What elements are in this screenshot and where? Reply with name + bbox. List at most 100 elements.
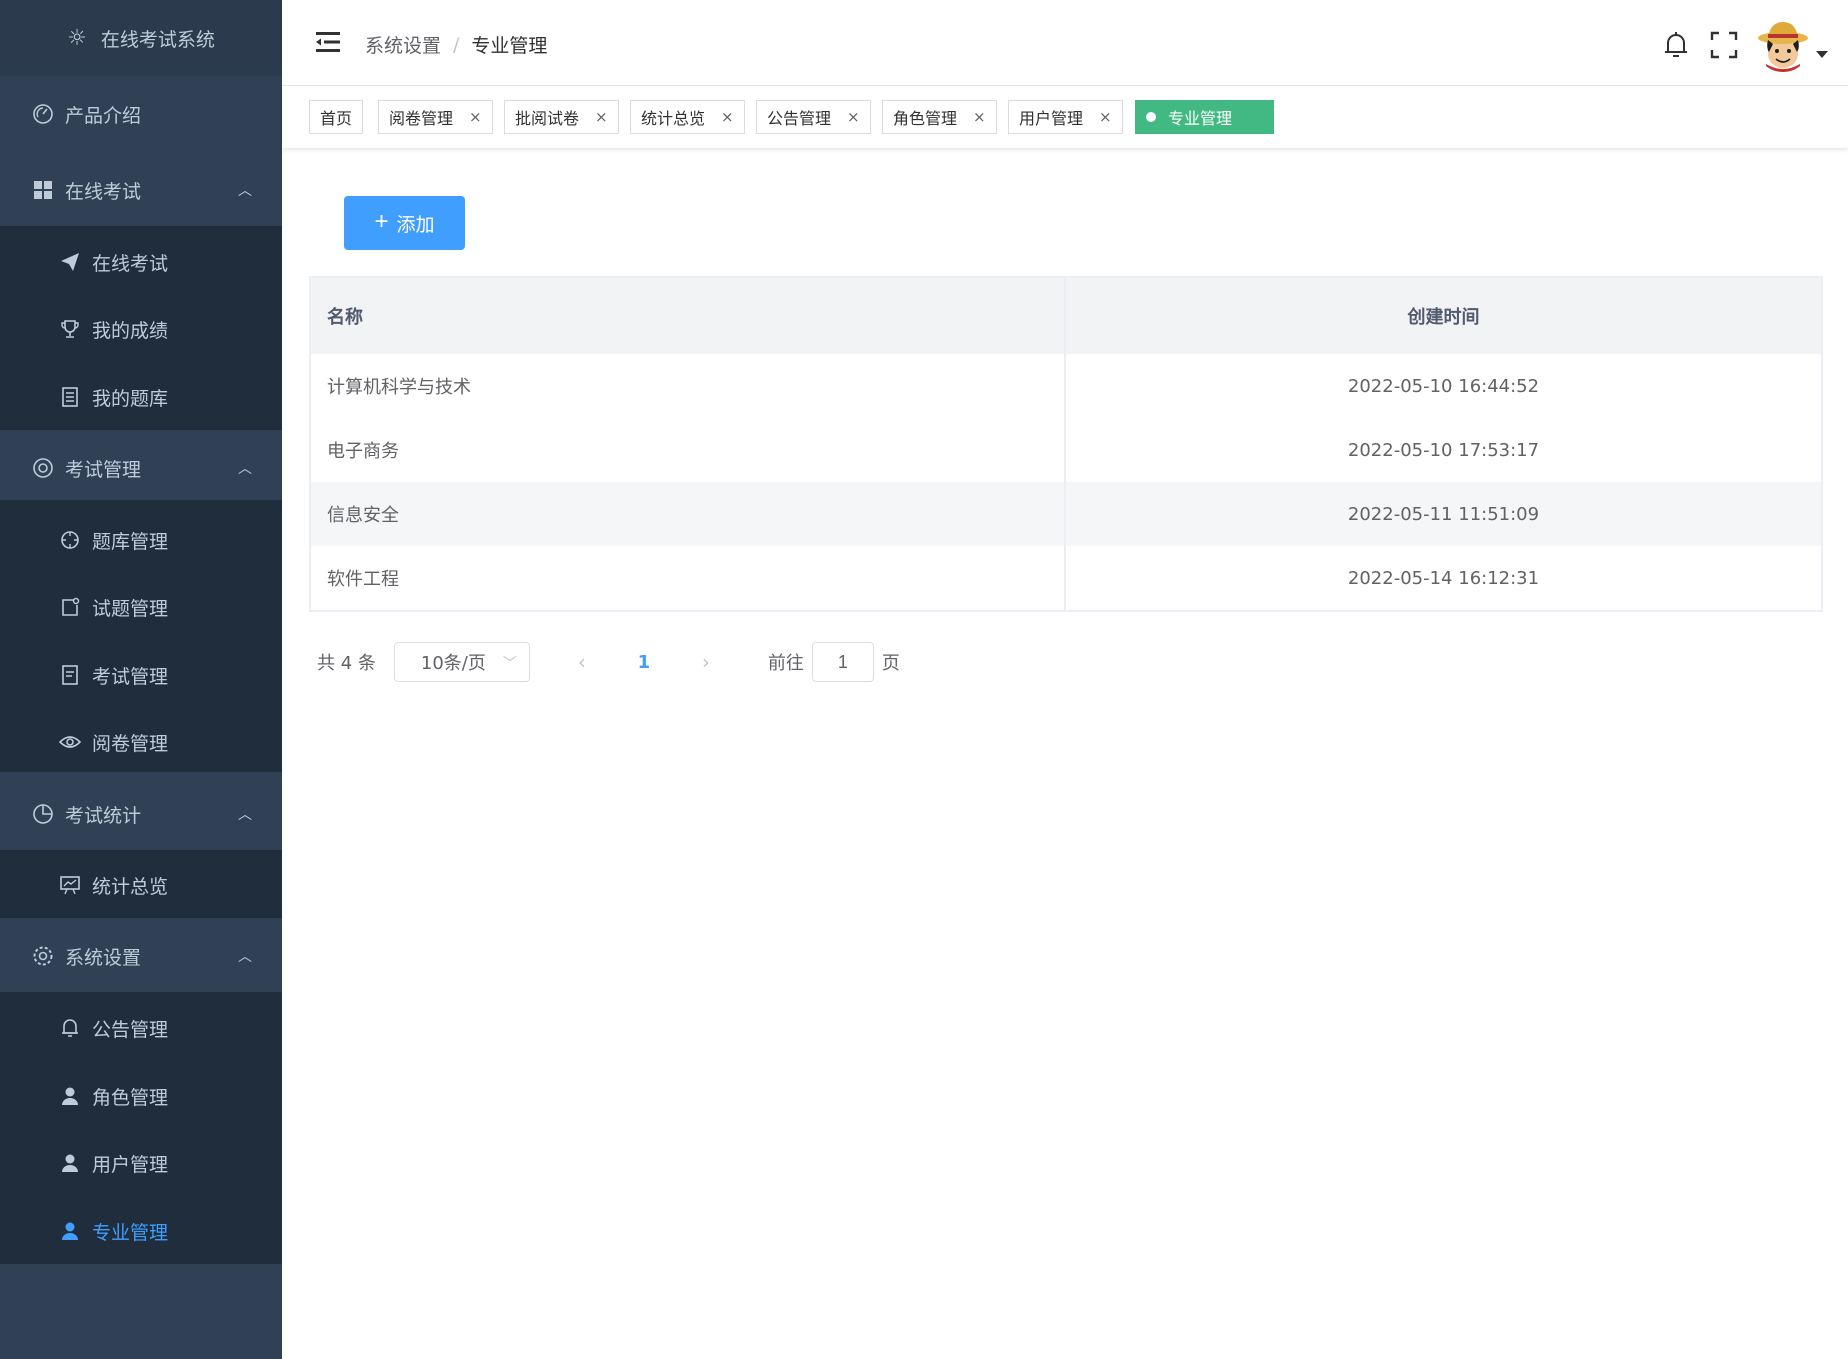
- breadcrumb-current: 专业管理: [471, 35, 548, 57]
- chevron-up-icon: ︿: [238, 183, 252, 199]
- close-icon[interactable]: ×: [847, 108, 860, 126]
- sidebar-item-label: 在线考试: [92, 252, 169, 275]
- table-row[interactable]: 信息安全 2022-05-11 11:51:09: [311, 482, 1821, 546]
- sidebar-item-stats-overview[interactable]: 统计总览: [0, 851, 282, 919]
- sidebar-item-my-bank[interactable]: 我的题库: [0, 363, 282, 431]
- active-dot-icon: [1146, 112, 1156, 122]
- pie-chart-icon: [31, 802, 55, 826]
- pagination-total: 共 4 条: [317, 653, 376, 674]
- sidebar-group-exam-stats[interactable]: 考试统计 ︿: [0, 780, 282, 848]
- column-header-created[interactable]: 创建时间: [1066, 278, 1821, 354]
- sidebar-item-user-manage[interactable]: 用户管理: [0, 1129, 282, 1197]
- sidebar-item-intro[interactable]: 产品介绍: [0, 80, 282, 148]
- cell-name: 信息安全: [311, 482, 1066, 546]
- tag-label: 公告管理: [767, 109, 832, 128]
- cell-created: 2022-05-14 16:12:31: [1347, 567, 1540, 589]
- avatar[interactable]: [1756, 18, 1810, 72]
- cell-name: 软件工程: [311, 546, 1066, 610]
- sidebar-item-label: 题库管理: [92, 530, 169, 553]
- major-table: 名称 创建时间 计算机科学与技术 2022-05-10 16:44:52 电子商…: [309, 276, 1823, 612]
- tag-stats-overview[interactable]: 统计总览 ×: [630, 100, 745, 134]
- sidebar-item-bank-manage[interactable]: 题库管理: [0, 506, 282, 574]
- fullscreen-icon[interactable]: [1700, 21, 1748, 69]
- app-root: ☼ 在线考试系统 产品介绍 在线考试 ︿ 在线考试 我的成绩 我的题库 考试管理…: [0, 0, 1848, 1359]
- chevron-up-icon: ︿: [238, 949, 252, 965]
- user-icon: [58, 1219, 82, 1243]
- sidebar-item-notice-manage[interactable]: 公告管理: [0, 994, 282, 1062]
- prev-page-icon[interactable]: ‹: [560, 650, 604, 674]
- cell-name: 计算机科学与技术: [311, 354, 1066, 418]
- sidebar-item-online-exam[interactable]: 在线考试: [0, 228, 282, 296]
- sidebar-item-label: 我的成绩: [92, 319, 169, 342]
- book-icon: [58, 385, 82, 409]
- sidebar-item-label: 阅卷管理: [92, 732, 169, 755]
- trophy-icon: [58, 317, 82, 341]
- cell-created: 2022-05-11 11:51:09: [1347, 503, 1540, 525]
- breadcrumb-parent[interactable]: 系统设置: [365, 31, 441, 58]
- goto-page-input[interactable]: [811, 642, 874, 682]
- tag-marking-manage[interactable]: 阅卷管理 ×: [378, 100, 493, 134]
- app-logo[interactable]: ☼ 在线考试系统: [0, 0, 282, 76]
- user-icon: [58, 1151, 82, 1175]
- hamburger-icon[interactable]: [314, 28, 342, 56]
- column-header-name[interactable]: 名称: [311, 278, 1066, 354]
- edit-icon: [58, 595, 82, 619]
- tag-notice-manage[interactable]: 公告管理 ×: [756, 100, 871, 134]
- goto-label: 前往: [767, 653, 804, 674]
- sidebar-group-online-exam[interactable]: 在线考试 ︿: [0, 156, 282, 224]
- tag-major-manage[interactable]: 专业管理: [1135, 100, 1274, 134]
- eye-icon: [58, 730, 82, 754]
- close-icon[interactable]: ×: [595, 108, 608, 126]
- chevron-up-icon: ︿: [238, 461, 252, 477]
- navbar: 系统设置 / 专业管理: [282, 0, 1848, 86]
- sidebar-item-my-scores[interactable]: 我的成绩: [0, 295, 282, 363]
- table-row[interactable]: 计算机科学与技术 2022-05-10 16:44:52: [311, 354, 1821, 418]
- user-icon: [58, 1084, 82, 1108]
- table-row[interactable]: 电子商务 2022-05-10 17:53:17: [311, 418, 1821, 482]
- sidebar-item-exam-manage[interactable]: 考试管理: [0, 641, 282, 709]
- sidebar-group-system-settings[interactable]: 系统设置 ︿: [0, 922, 282, 990]
- cell-created: 2022-05-10 17:53:17: [1347, 439, 1540, 461]
- header-tools: [1652, 18, 1848, 72]
- close-icon[interactable]: ×: [973, 108, 986, 126]
- table-row[interactable]: 软件工程 2022-05-14 16:12:31: [311, 546, 1821, 610]
- close-icon[interactable]: ×: [1099, 108, 1112, 126]
- close-icon[interactable]: ×: [469, 108, 482, 126]
- send-icon: [58, 250, 82, 274]
- sidebar-item-label: 试题管理: [92, 597, 169, 620]
- tag-label: 角色管理: [893, 109, 958, 128]
- tag-label: 统计总览: [641, 109, 706, 128]
- close-icon[interactable]: ×: [721, 108, 734, 126]
- caret-down-icon[interactable]: [1816, 50, 1828, 58]
- tag-role-manage[interactable]: 角色管理 ×: [882, 100, 997, 134]
- bell-icon: [58, 1016, 82, 1040]
- plus-icon: +: [374, 208, 389, 235]
- sidebar-item-role-manage[interactable]: 角色管理: [0, 1062, 282, 1130]
- add-button[interactable]: + 添加: [344, 196, 465, 250]
- sidebar-group-exam-manage[interactable]: 考试管理 ︿: [0, 434, 282, 502]
- sidebar-item-label: 考试管理: [65, 458, 142, 481]
- sidebar-item-question-manage[interactable]: 试题管理: [0, 573, 282, 641]
- sidebar-item-label: 角色管理: [92, 1086, 169, 1109]
- gear-icon: [31, 944, 55, 968]
- page-size-select[interactable]: 10条/页 ﹀: [393, 642, 530, 682]
- tag-label: 用户管理: [1019, 109, 1084, 128]
- sun-icon: ☼: [67, 25, 87, 51]
- next-page-icon[interactable]: ›: [684, 650, 728, 674]
- table-header: 名称 创建时间: [311, 278, 1821, 354]
- page-suffix: 页: [881, 653, 900, 674]
- sidebar-item-marking-manage[interactable]: 阅卷管理: [0, 708, 282, 776]
- document-icon: [58, 663, 82, 687]
- cell-created: 2022-05-10 16:44:52: [1347, 375, 1540, 397]
- compass-icon: [58, 528, 82, 552]
- breadcrumb: 系统设置 / 专业管理: [365, 31, 547, 58]
- sidebar: ☼ 在线考试系统 产品介绍 在线考试 ︿ 在线考试 我的成绩 我的题库 考试管理…: [0, 0, 282, 1359]
- tag-home[interactable]: 首页: [309, 100, 364, 134]
- tag-review-papers[interactable]: 批阅试卷 ×: [504, 100, 619, 134]
- tag-user-manage[interactable]: 用户管理 ×: [1008, 100, 1123, 134]
- bell-icon[interactable]: [1652, 21, 1700, 69]
- sidebar-item-major-manage[interactable]: 专业管理: [0, 1197, 282, 1265]
- sidebar-item-label: 公告管理: [92, 1018, 169, 1041]
- sidebar-item-label: 考试统计: [65, 804, 142, 827]
- page-number-current[interactable]: 1: [624, 652, 664, 673]
